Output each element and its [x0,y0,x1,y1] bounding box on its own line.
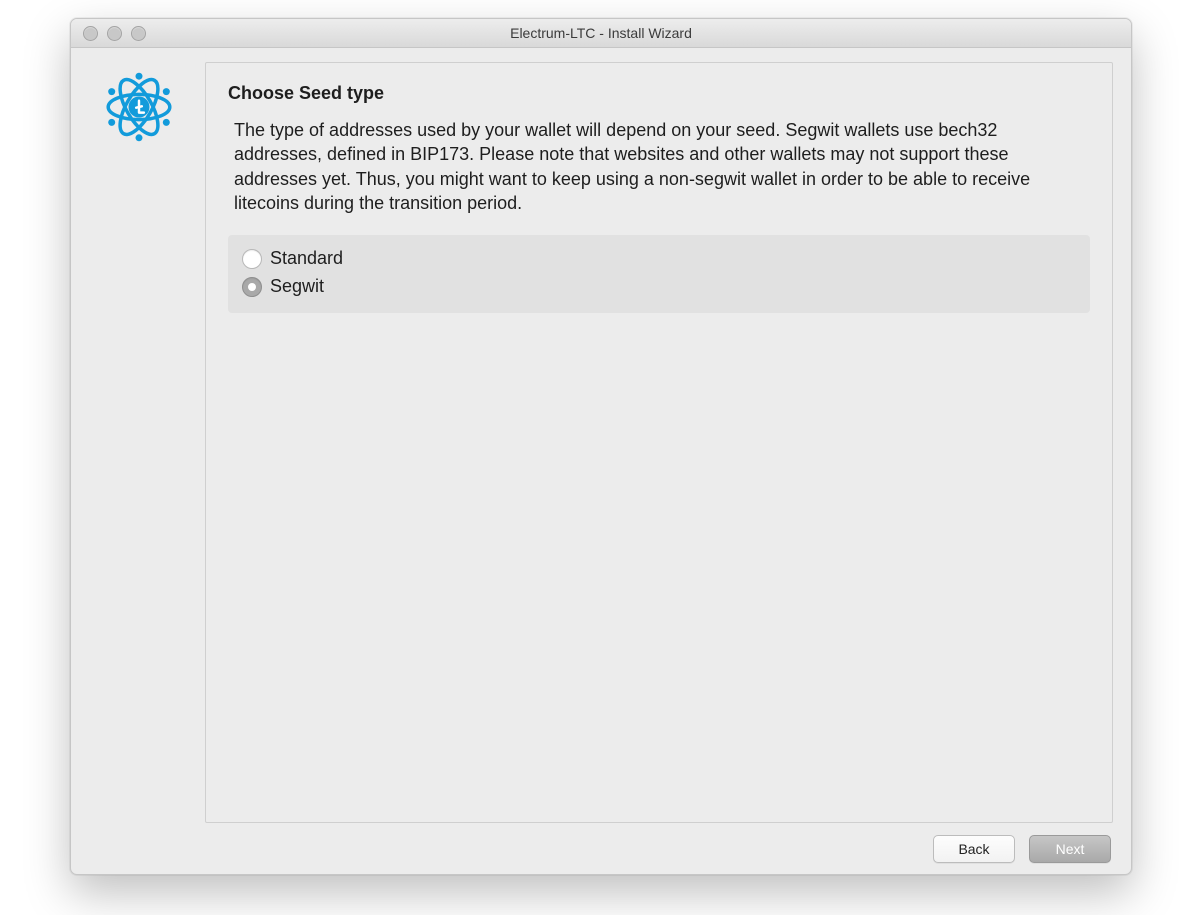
window-body: Choose Seed type The type of addresses u… [71,48,1131,875]
radio-button-icon[interactable] [242,277,262,297]
window-controls [71,26,146,41]
zoom-icon[interactable] [131,26,146,41]
radio-option-segwit[interactable]: Segwit [242,273,1076,301]
seed-type-description: The type of addresses used by your walle… [234,118,1084,215]
window-title: Electrum-LTC - Install Wizard [71,25,1131,41]
back-button[interactable]: Back [933,835,1015,863]
wizard-icon-column [89,62,189,823]
radio-label: Standard [270,245,343,273]
radio-option-standard[interactable]: Standard [242,245,1076,273]
radio-button-icon[interactable] [242,249,262,269]
radio-label: Segwit [270,273,324,301]
install-wizard-window: Electrum-LTC - Install Wizard [70,18,1132,875]
close-icon[interactable] [83,26,98,41]
page-heading: Choose Seed type [228,83,1090,104]
next-button[interactable]: Next [1029,835,1111,863]
minimize-icon[interactable] [107,26,122,41]
electrum-ltc-icon [104,72,174,823]
wizard-button-row: Back Next [89,823,1113,863]
seed-type-radio-group: Standard Segwit [228,235,1090,313]
content-panel: Choose Seed type The type of addresses u… [205,62,1113,823]
titlebar[interactable]: Electrum-LTC - Install Wizard [71,19,1131,48]
